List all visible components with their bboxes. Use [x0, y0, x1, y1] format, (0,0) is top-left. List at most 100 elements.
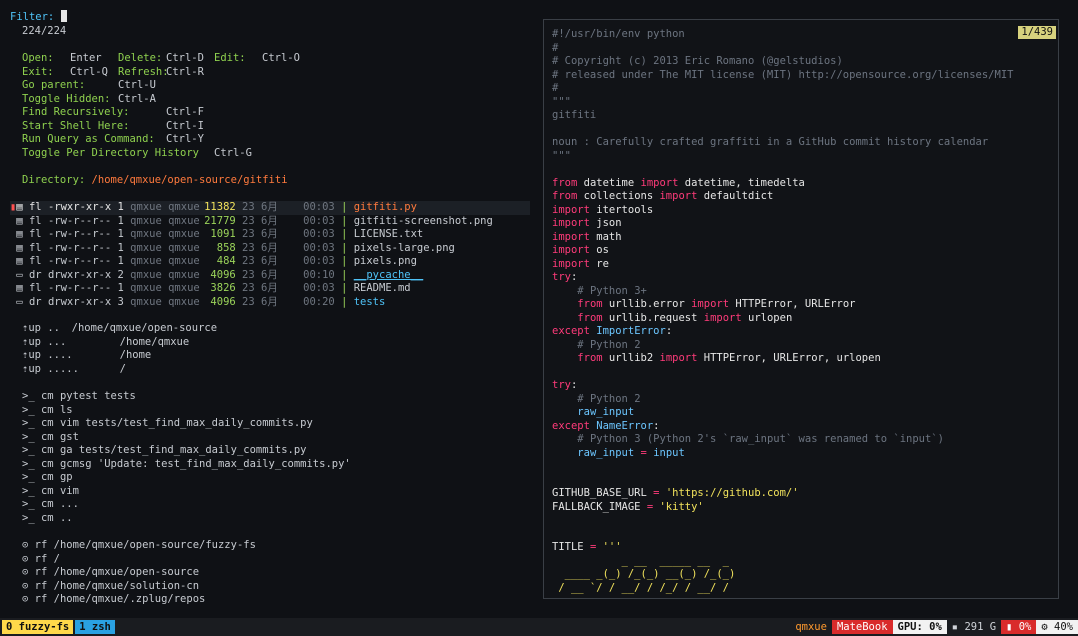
help-key: Ctrl-O: [262, 52, 300, 64]
help-action: Refresh:: [118, 65, 169, 78]
code-line: _ __ _____ __ _: [552, 555, 729, 569]
code-token: import: [552, 203, 590, 216]
terminal-prompt-icon: >_: [22, 403, 35, 416]
status-user: qmxue: [795, 621, 827, 633]
file-row[interactable]: ▭ dr drwxr-xr-x 2 qmxue qmxue 4096 23 6月 …: [10, 269, 423, 283]
file-row[interactable]: ▤ fl -rw-r--r-- 1 qmxue qmxue 858 23 6月 0…: [10, 242, 455, 256]
file-time: 00:03: [303, 241, 335, 254]
code-line: #: [552, 82, 558, 96]
code-token: HTTPError, URLError: [729, 298, 856, 310]
command-text: cm ...: [40, 498, 79, 510]
clock-icon: ⊙: [22, 552, 29, 565]
entry-path: /home/qmxue: [119, 335, 190, 348]
file-name: gitfiti-screenshot.png: [353, 214, 493, 227]
memory-icon: ▮: [1006, 621, 1019, 633]
help-action: Toggle Hidden:: [22, 92, 111, 105]
command-history-entry[interactable]: >_ cm ..: [22, 512, 73, 526]
file-row[interactable]: ▭ dr drwxr-xr-x 3 qmxue qmxue 4096 23 6月 …: [10, 296, 385, 310]
file-name: pixels-large.png: [353, 241, 455, 254]
file-kind: fl: [28, 255, 42, 267]
tab-fuzzy-fs[interactable]: 0 fuzzy-fs: [2, 620, 74, 634]
entry-tag: up: [28, 335, 41, 348]
parent-dir-entry[interactable]: ⇡up .. /home/qmxue/open-source: [22, 322, 217, 336]
filter-label: Filter:: [10, 11, 55, 23]
help-key: Ctrl-F: [166, 106, 204, 118]
recent-path: rf /home/qmxue/open-source/fuzzy-fs: [34, 539, 256, 551]
recent-folder-entry[interactable]: ⊙ rf /home/qmxue/open-source: [22, 566, 199, 580]
clock-icon: ⊙: [22, 566, 29, 578]
file-permissions: -rw-r--r--: [47, 255, 112, 267]
recent-folder-entry[interactable]: ⊙ rf /home/qmxue/open-source/fuzzy-fs: [22, 539, 256, 553]
help-action: Run Query as Command:: [22, 133, 155, 145]
command-history-entry[interactable]: >_ cm ...: [22, 498, 79, 512]
code-token: itertools: [589, 203, 654, 216]
file-date: 23 6月: [242, 282, 278, 294]
command-history-entry[interactable]: >_ cm gst: [22, 431, 79, 445]
help-key: Ctrl-Y: [166, 133, 204, 145]
file-links: 1: [117, 228, 124, 240]
file-group: qmxue: [168, 255, 200, 267]
command-text: cm gp: [40, 471, 73, 483]
filter-line[interactable]: Filter:: [10, 10, 67, 24]
entry-tag: up: [28, 349, 41, 361]
clock-icon: ⊙: [22, 539, 29, 551]
recent-folder-entry[interactable]: ⊙ rf /home/qmxue/solution-cn: [22, 580, 199, 594]
command-history-entry[interactable]: >_ cm vim tests/test_find_max_daily_comm…: [22, 417, 313, 431]
file-row[interactable]: ▮▤ fl -rwxr-xr-x 1 qmxue qmxue 11382 23 6…: [10, 201, 530, 215]
file-size: 484: [216, 255, 236, 267]
tab-zsh[interactable]: 1 zsh: [75, 620, 115, 634]
code-line: # Copyright (c) 2013 Eric Romano (@gelst…: [552, 55, 843, 69]
file-permissions: drwxr-xr-x: [47, 268, 112, 281]
file-date: 23 6月: [242, 241, 278, 254]
file-row[interactable]: ▤ fl -rw-r--r-- 1 qmxue qmxue 3826 23 6月 …: [10, 282, 410, 296]
code-token: :: [653, 419, 660, 432]
command-text: cm ga tests/test_find_max_daily_commits.…: [40, 444, 307, 456]
command-history-entry[interactable]: >_ cm pytest tests: [22, 390, 136, 404]
disk-label: 291 G: [964, 621, 997, 633]
code-token: json: [589, 217, 622, 229]
code-token: import: [659, 190, 698, 202]
file-size: 858: [216, 241, 236, 254]
code-token: import: [552, 257, 590, 270]
file-owner: qmxue: [130, 295, 162, 308]
command-history-entry[interactable]: >_ cm ga tests/test_find_max_daily_commi…: [22, 444, 307, 458]
command-history-entry[interactable]: >_ cm vim: [22, 485, 79, 499]
file-group: qmxue: [168, 241, 200, 254]
file-row[interactable]: ▤ fl -rw-r--r-- 1 qmxue qmxue 21779 23 6月…: [10, 214, 493, 229]
help-key: Ctrl-I: [166, 119, 204, 132]
file-kind: fl: [28, 282, 42, 294]
parent-dir-entry[interactable]: ⇡up ..... /: [22, 363, 126, 377]
file-icon: ▤: [16, 201, 23, 213]
tmux-status-bar: 0 fuzzy-fs 1 zsh qmxue MateBook GPU: 0% …: [0, 618, 1078, 636]
command-history-entry[interactable]: >_ cm ls: [22, 404, 73, 418]
recent-path: rf /home/qmxue/.zplug/repos: [34, 593, 206, 605]
file-date: 23 6月: [242, 295, 278, 308]
file-links: 3: [117, 295, 124, 308]
parent-dir-entry[interactable]: ⇡up ... /home/qmxue: [22, 336, 189, 350]
code-token: 'https://github.com/': [665, 487, 799, 499]
terminal-prompt-icon: >_: [22, 498, 35, 510]
file-date: 23 6月: [242, 268, 278, 281]
code-token: :: [570, 379, 578, 391]
filter-input-cursor[interactable]: [60, 10, 67, 22]
help-action: Find Recursively:: [22, 106, 130, 118]
help-row: Run Query as Command: Ctrl-Y: [22, 133, 522, 147]
command-history-entry[interactable]: >_ cm gcmsg 'Update: test_find_max_daily…: [22, 458, 351, 472]
parent-dir-entry[interactable]: ⇡up .... /home: [22, 349, 151, 363]
recent-folder-entry[interactable]: ⊙ rf /: [22, 553, 60, 567]
terminal-prompt-icon: >_: [22, 430, 35, 443]
command-history-entry[interactable]: >_ cm gp: [22, 471, 73, 485]
file-kind: fl: [28, 241, 42, 254]
file-kind: fl: [28, 201, 42, 213]
file-row[interactable]: ▤ fl -rw-r--r-- 1 qmxue qmxue 1091 23 6月 …: [10, 228, 423, 242]
code-token: try: [552, 271, 571, 283]
file-row[interactable]: ▤ fl -rw-r--r-- 1 qmxue qmxue 484 23 6月 0…: [10, 255, 417, 269]
code-token: FALLBACK_IMAGE: [552, 500, 647, 513]
help-key: Ctrl-Q: [70, 65, 108, 78]
file-kind: dr: [28, 268, 42, 281]
entry-dots: ..: [47, 322, 60, 334]
recent-folder-entry[interactable]: ⊙ rf /home/qmxue/.zplug/repos: [22, 593, 205, 607]
code-token: TITLE: [552, 541, 590, 553]
code-token: from: [577, 352, 603, 364]
